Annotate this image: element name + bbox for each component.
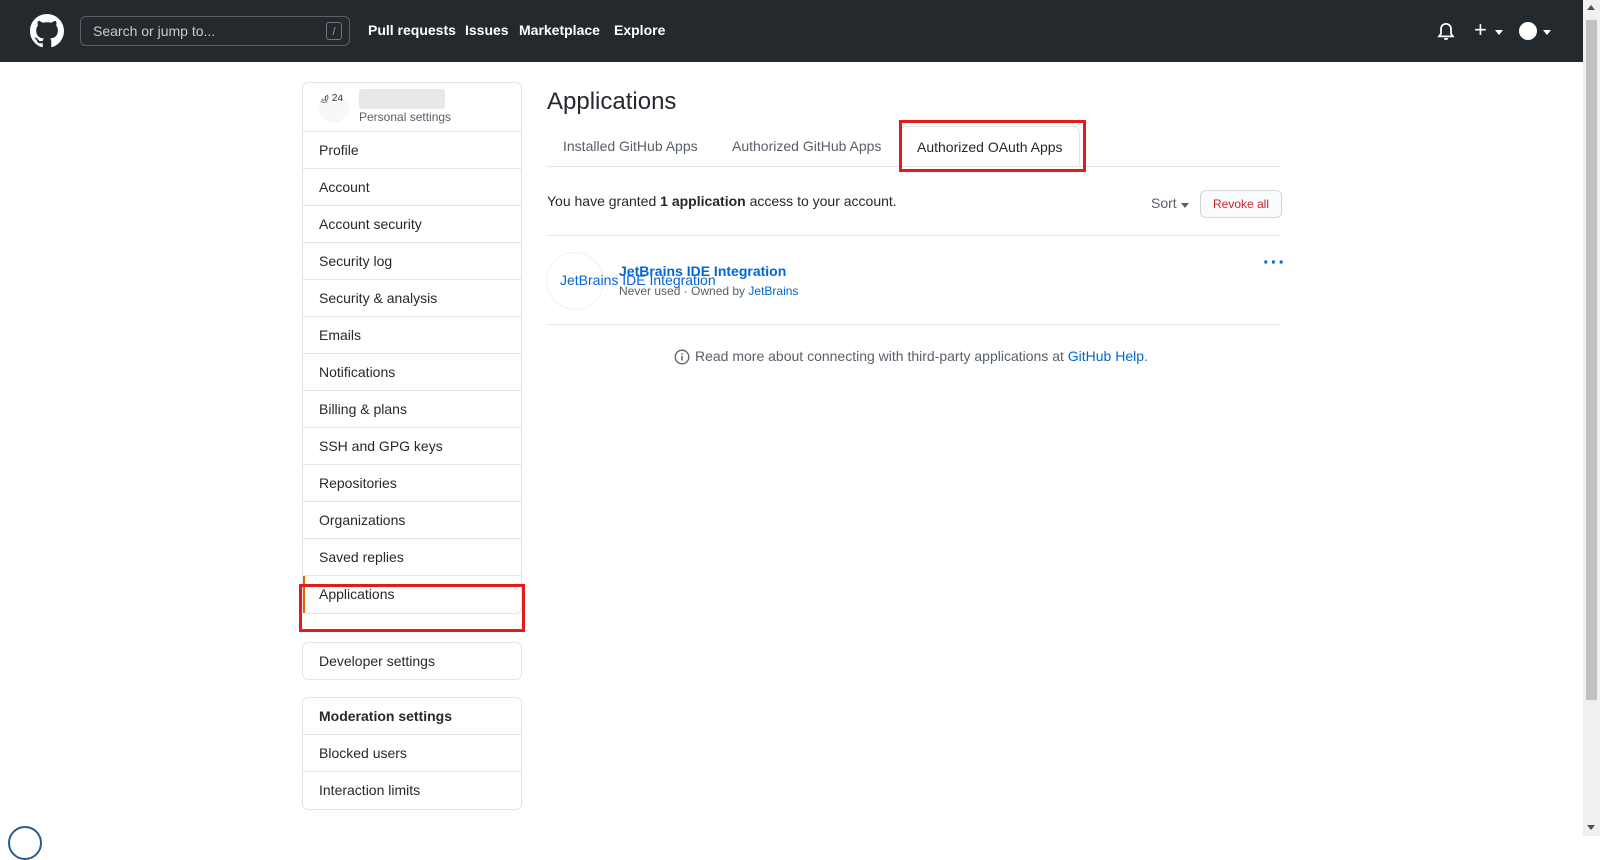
nav-marketplace[interactable]: Marketplace xyxy=(519,22,600,38)
sort-caret-icon[interactable] xyxy=(1181,203,1189,208)
granted-prefix: You have granted xyxy=(547,193,661,209)
sidebar-item-applications[interactable]: Applications xyxy=(303,576,521,613)
search-shortcut-key: / xyxy=(326,22,342,40)
app-usage: Never used · Owned by xyxy=(619,284,749,298)
sidebar-item-interaction-limits[interactable]: Interaction limits xyxy=(303,772,521,809)
page-title: Applications xyxy=(547,88,677,115)
sort-dropdown[interactable]: Sort xyxy=(1151,195,1177,211)
github-help-link[interactable]: GitHub Help xyxy=(1068,348,1144,364)
username-redacted xyxy=(359,89,445,109)
tab-installed-github-apps[interactable]: Installed GitHub Apps xyxy=(563,126,698,166)
search-input[interactable]: Search or jump to... / xyxy=(80,16,350,46)
create-new-plus-icon[interactable]: + xyxy=(1474,18,1487,42)
nav-explore[interactable]: Explore xyxy=(614,22,665,38)
sidebar-item-organizations[interactable]: Organizations xyxy=(303,502,521,539)
search-placeholder: Search or jump to... xyxy=(93,23,216,39)
bell-icon[interactable] xyxy=(1437,22,1455,42)
info-icon xyxy=(674,349,690,365)
scroll-up-arrow-icon[interactable] xyxy=(1587,5,1595,10)
github-logo-icon[interactable] xyxy=(30,14,64,48)
moderation-heading: Moderation settings xyxy=(303,698,521,735)
help-text: Read more about connecting with third-pa… xyxy=(695,348,1148,364)
help-text-body: Read more about connecting with third-pa… xyxy=(695,348,1068,364)
tab-authorized-github-apps[interactable]: Authorized GitHub Apps xyxy=(732,126,881,166)
app-name-link[interactable]: JetBrains IDE Integration xyxy=(619,263,786,279)
sidebar-header: @ 24 Personal settings xyxy=(303,83,521,132)
sidebar-item-account[interactable]: Account xyxy=(303,169,521,206)
sidebar-item-developer-settings[interactable]: Developer settings xyxy=(302,642,522,680)
sidebar-item-security-analysis[interactable]: Security & analysis xyxy=(303,280,521,317)
nav-pull-requests[interactable]: Pull requests xyxy=(368,22,456,38)
nav-issues[interactable]: Issues xyxy=(465,22,509,38)
divider xyxy=(547,235,1281,236)
granted-count: 1 application xyxy=(660,193,746,209)
sidebar-item-blocked-users[interactable]: Blocked users xyxy=(303,735,521,772)
scrollbar-thumb[interactable] xyxy=(1586,20,1597,700)
sidebar-item-billing[interactable]: Billing & plans xyxy=(303,391,521,428)
sidebar-item-ssh-gpg-keys[interactable]: SSH and GPG keys xyxy=(303,428,521,465)
sidebar-item-repositories[interactable]: Repositories xyxy=(303,465,521,502)
settings-sidebar: @ 24 Personal settings Profile Account A… xyxy=(302,82,522,614)
sidebar-item-emails[interactable]: Emails xyxy=(303,317,521,354)
granted-summary: You have granted 1 application access to… xyxy=(547,193,897,209)
app-more-options-icon[interactable]: ··· xyxy=(1263,252,1286,275)
app-meta: Never used · Owned by JetBrains xyxy=(619,284,798,298)
sidebar-item-account-security[interactable]: Account security xyxy=(303,206,521,243)
tab-bar: Installed GitHub Apps Authorized GitHub … xyxy=(547,126,1281,167)
moderation-sidebar: Moderation settings Blocked users Intera… xyxy=(302,697,522,810)
corner-widget-icon[interactable] xyxy=(8,826,42,860)
sidebar-item-profile[interactable]: Profile xyxy=(303,132,521,169)
sidebar-item-saved-replies[interactable]: Saved replies xyxy=(303,539,521,576)
user-menu-caret-icon[interactable] xyxy=(1543,30,1551,35)
sidebar-subtitle: Personal settings xyxy=(359,110,452,124)
scroll-down-arrow-icon[interactable] xyxy=(1587,825,1595,830)
revoke-all-button[interactable]: Revoke all xyxy=(1200,190,1282,218)
sidebar-item-security-log[interactable]: Security log xyxy=(303,243,521,280)
create-new-caret-icon[interactable] xyxy=(1495,30,1503,35)
sidebar-item-notifications[interactable]: Notifications xyxy=(303,354,521,391)
app-owner-link[interactable]: JetBrains xyxy=(748,284,798,298)
help-text-end: . xyxy=(1144,348,1148,364)
sidebar-avatar[interactable]: @ 24 xyxy=(319,93,349,123)
top-header: Search or jump to... / Pull requests Iss… xyxy=(0,0,1583,62)
tab-authorized-oauth-apps[interactable]: Authorized OAuth Apps xyxy=(900,126,1080,166)
user-avatar[interactable] xyxy=(1519,22,1537,40)
granted-suffix: access to your account. xyxy=(745,193,897,209)
divider xyxy=(547,324,1281,325)
